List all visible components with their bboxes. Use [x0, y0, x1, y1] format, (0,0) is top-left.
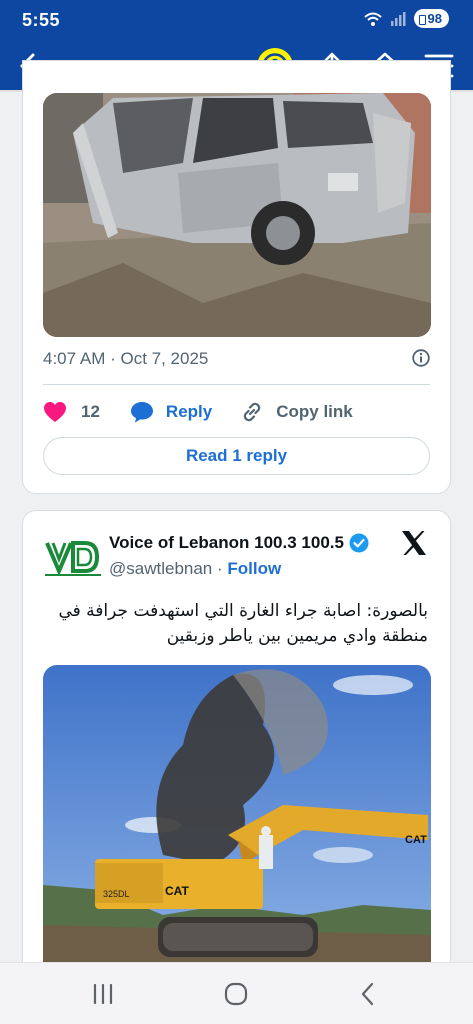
tweet-timestamp[interactable]: 4:07 AM · Oct 7, 2025: [43, 349, 208, 369]
verified-badge-icon: [349, 533, 369, 553]
wifi-icon: [363, 12, 382, 26]
author-handle[interactable]: @sawtlebnan: [109, 559, 212, 578]
system-nav-bar: [0, 962, 473, 1024]
read-reply-button[interactable]: Read 1 reply: [43, 437, 430, 475]
reply-label: Reply: [165, 402, 213, 421]
tweet-photo-damaged-car[interactable]: [43, 93, 431, 337]
signal-icon: [390, 11, 406, 26]
tweet-actions: 12 Reply Copy link: [43, 399, 353, 425]
status-time: 5:55: [22, 10, 61, 30]
tweet-text: بالصورة: اصابة جراء الغارة التي استهدفت …: [58, 601, 428, 646]
recents-icon: [93, 983, 113, 1005]
battery-indicator: 98: [413, 9, 449, 28]
tweet-card: 4:07 AM · Oct 7, 2025 12 Reply Copy link…: [22, 60, 451, 494]
status-bar: 5:55 98: [0, 0, 473, 40]
info-icon: [412, 349, 430, 367]
like-button[interactable]: 12: [43, 401, 100, 423]
back-nav-button[interactable]: [348, 979, 388, 1009]
reply-button[interactable]: Reply: [130, 401, 212, 423]
x-logo-button[interactable]: [400, 529, 428, 562]
screen: 5:55 98 4:07 AM · Oct 7, 2025 12 Reply C…: [0, 0, 473, 1024]
author-avatar[interactable]: [45, 537, 101, 577]
chevron-left-icon: [361, 982, 374, 1006]
excavator-smoke-image: 325DL CAT CAT: [43, 665, 431, 979]
info-button[interactable]: [412, 349, 430, 372]
voice-of-lebanon-logo: [45, 541, 101, 577]
x-logo-icon: [402, 531, 426, 555]
reply-bubble-icon: [130, 402, 153, 423]
status-icons: 98: [363, 9, 449, 28]
follow-button[interactable]: Follow: [227, 559, 281, 578]
author-name[interactable]: Voice of Lebanon 100.3 100.5: [109, 533, 369, 553]
excavator-brand-label: CAT: [165, 884, 189, 898]
home-nav-button[interactable]: [216, 979, 256, 1009]
copy-link-label: Copy link: [276, 402, 353, 421]
recents-button[interactable]: [83, 979, 123, 1009]
heart-icon: [44, 402, 66, 422]
tweet-photo-excavator[interactable]: 325DL CAT CAT: [43, 665, 431, 979]
damaged-car-image: [43, 93, 431, 337]
link-icon: [244, 402, 261, 422]
divider: [43, 384, 430, 385]
author-name-text: Voice of Lebanon 100.3 100.5: [109, 533, 344, 552]
excavator-model-label: 325DL: [103, 889, 130, 899]
excavator-arm-brand-label: CAT: [405, 834, 427, 846]
separator: ·: [217, 559, 223, 578]
copy-link-button[interactable]: Copy link: [240, 400, 353, 424]
author-handle-row: @sawtlebnan · Follow: [109, 559, 281, 579]
like-count: 12: [81, 402, 100, 421]
tweet-card: Voice of Lebanon 100.3 100.5 @sawtlebnan…: [22, 510, 451, 980]
home-circle-icon: [224, 982, 248, 1006]
